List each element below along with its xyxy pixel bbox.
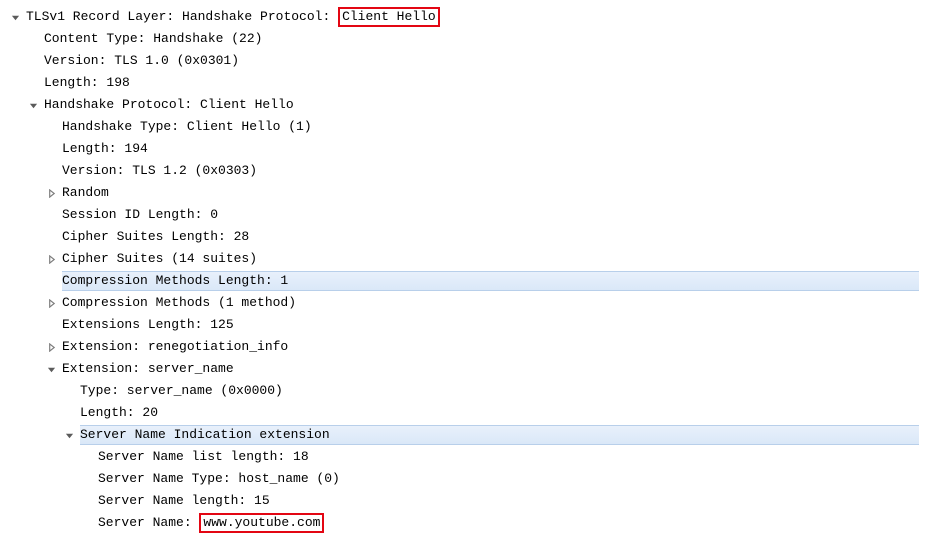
tree-row-cipher-suites[interactable]: Cipher Suites (14 suites) bbox=[0, 248, 925, 270]
tree-row-ext-length[interactable]: Length: 20 bbox=[0, 402, 925, 424]
field-label: TLSv1 Record Layer: Handshake Protocol: bbox=[26, 6, 338, 28]
tree-row-content-type[interactable]: Content Type: Handshake (22) bbox=[0, 28, 925, 50]
field-text: Server Name Type: host_name (0) bbox=[98, 468, 340, 490]
field-text: Compression Methods Length: 1 bbox=[62, 272, 288, 290]
tree-row-sni-extension[interactable]: Server Name Indication extension bbox=[0, 424, 925, 446]
triangle-right-icon[interactable] bbox=[44, 252, 58, 266]
field-label: Server Name: bbox=[98, 512, 199, 534]
triangle-down-icon[interactable] bbox=[26, 98, 40, 112]
field-text: Random bbox=[62, 182, 109, 204]
tree-row-session-id-length[interactable]: Session ID Length: 0 bbox=[0, 204, 925, 226]
tree-row-hs-version[interactable]: Version: TLS 1.2 (0x0303) bbox=[0, 160, 925, 182]
triangle-right-icon[interactable] bbox=[44, 340, 58, 354]
tree-row-length[interactable]: Length: 198 bbox=[0, 72, 925, 94]
tree-row-ext-type[interactable]: Type: server_name (0x0000) bbox=[0, 380, 925, 402]
tree-row-hs-length[interactable]: Length: 194 bbox=[0, 138, 925, 160]
field-text: Session ID Length: 0 bbox=[62, 204, 218, 226]
field-text: Length: 20 bbox=[80, 402, 158, 424]
field-text: Server Name list length: 18 bbox=[98, 446, 309, 468]
field-text: Cipher Suites (14 suites) bbox=[62, 248, 257, 270]
field-text: Extension: renegotiation_info bbox=[62, 336, 288, 358]
field-text: Extension: server_name bbox=[62, 358, 234, 380]
tree-row-cipher-suites-length[interactable]: Cipher Suites Length: 28 bbox=[0, 226, 925, 248]
tree-row-sni-name-type[interactable]: Server Name Type: host_name (0) bbox=[0, 468, 925, 490]
triangle-right-icon[interactable] bbox=[44, 296, 58, 310]
highlight-box: Client Hello bbox=[338, 7, 440, 27]
field-text: Server Name length: 15 bbox=[98, 490, 270, 512]
tree-row-version[interactable]: Version: TLS 1.0 (0x0301) bbox=[0, 50, 925, 72]
tree-row-sni-list-length[interactable]: Server Name list length: 18 bbox=[0, 446, 925, 468]
field-text: Length: 194 bbox=[62, 138, 148, 160]
triangle-down-icon[interactable] bbox=[44, 362, 58, 376]
tree-row-extension-renegotiation-info[interactable]: Extension: renegotiation_info bbox=[0, 336, 925, 358]
field-text: Handshake Protocol: Client Hello bbox=[44, 94, 294, 116]
field-text: Handshake Type: Client Hello (1) bbox=[62, 116, 312, 138]
highlight-box: www.youtube.com bbox=[199, 513, 324, 533]
tree-row-handshake-type[interactable]: Handshake Type: Client Hello (1) bbox=[0, 116, 925, 138]
tree-row-extensions-length[interactable]: Extensions Length: 125 bbox=[0, 314, 925, 336]
selected-row[interactable]: Server Name Indication extension bbox=[80, 425, 919, 445]
field-text: Content Type: Handshake (22) bbox=[44, 28, 262, 50]
tree-row-compression-methods-length[interactable]: Compression Methods Length: 1 bbox=[0, 270, 925, 292]
field-text: Server Name Indication extension bbox=[80, 426, 330, 444]
tree-row-extension-server-name[interactable]: Extension: server_name bbox=[0, 358, 925, 380]
field-text: Compression Methods (1 method) bbox=[62, 292, 296, 314]
triangle-down-icon[interactable] bbox=[8, 10, 22, 24]
field-text: Extensions Length: 125 bbox=[62, 314, 234, 336]
field-text: Length: 198 bbox=[44, 72, 130, 94]
triangle-down-icon[interactable] bbox=[62, 428, 76, 442]
triangle-right-icon[interactable] bbox=[44, 186, 58, 200]
tree-row-compression-methods[interactable]: Compression Methods (1 method) bbox=[0, 292, 925, 314]
field-text: Cipher Suites Length: 28 bbox=[62, 226, 249, 248]
field-text: Version: TLS 1.0 (0x0301) bbox=[44, 50, 239, 72]
field-text: Type: server_name (0x0000) bbox=[80, 380, 283, 402]
field-text: Version: TLS 1.2 (0x0303) bbox=[62, 160, 257, 182]
tree-row-record-layer[interactable]: TLSv1 Record Layer: Handshake Protocol: … bbox=[0, 6, 925, 28]
tree-row-random[interactable]: Random bbox=[0, 182, 925, 204]
tree-row-handshake-protocol[interactable]: Handshake Protocol: Client Hello bbox=[0, 94, 925, 116]
tree-row-sni-server-name[interactable]: Server Name: www.youtube.com bbox=[0, 512, 925, 534]
selected-row[interactable]: Compression Methods Length: 1 bbox=[62, 271, 919, 291]
tree-row-sni-name-length[interactable]: Server Name length: 15 bbox=[0, 490, 925, 512]
